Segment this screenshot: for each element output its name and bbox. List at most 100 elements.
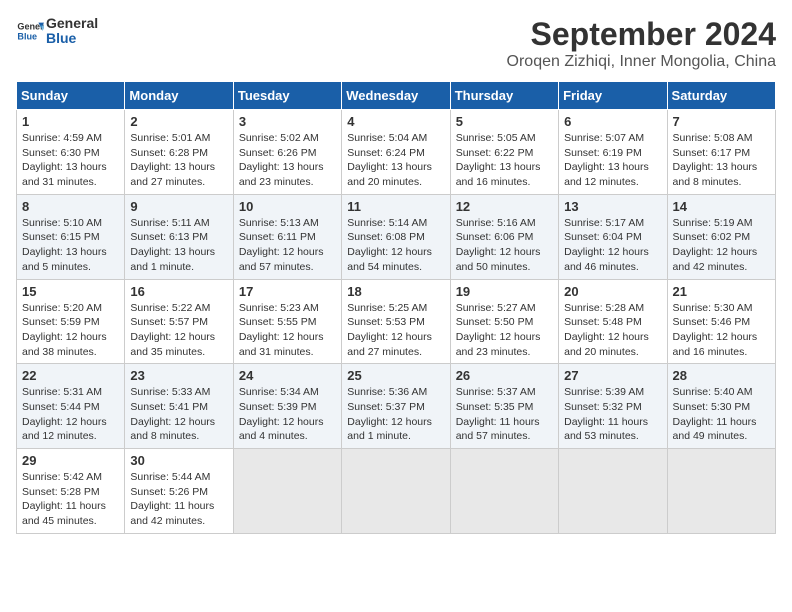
day-info: Sunrise: 5:37 AM Sunset: 5:35 PM Dayligh…	[456, 385, 553, 444]
col-header-thursday: Thursday	[450, 82, 558, 110]
calendar-cell: 1 Sunrise: 4:59 AM Sunset: 6:30 PM Daylig…	[17, 110, 125, 195]
calendar-cell: 28 Sunrise: 5:40 AM Sunset: 5:30 PM Dayli…	[667, 364, 775, 449]
day-number: 26	[456, 368, 553, 383]
calendar-week-row: 15 Sunrise: 5:20 AM Sunset: 5:59 PM Dayli…	[17, 279, 776, 364]
day-info: Sunrise: 5:42 AM Sunset: 5:28 PM Dayligh…	[22, 470, 119, 529]
calendar-cell: 13 Sunrise: 5:17 AM Sunset: 6:04 PM Dayli…	[559, 194, 667, 279]
day-number: 4	[347, 114, 444, 129]
day-info: Sunrise: 4:59 AM Sunset: 6:30 PM Dayligh…	[22, 131, 119, 190]
calendar-cell: 30 Sunrise: 5:44 AM Sunset: 5:26 PM Dayli…	[125, 449, 233, 534]
calendar-cell: 23 Sunrise: 5:33 AM Sunset: 5:41 PM Dayli…	[125, 364, 233, 449]
col-header-monday: Monday	[125, 82, 233, 110]
logo-blue: Blue	[46, 31, 98, 46]
calendar-week-row: 22Sunrise: 5:31 AM Sunset: 5:44 PM Dayli…	[17, 364, 776, 449]
day-number: 20	[564, 284, 661, 299]
calendar-cell: 3Sunrise: 5:02 AM Sunset: 6:26 PM Daylig…	[233, 110, 341, 195]
calendar-cell	[667, 449, 775, 534]
day-number: 6	[564, 114, 661, 129]
day-info: Sunrise: 5:19 AM Sunset: 6:02 PM Dayligh…	[673, 216, 770, 275]
day-info: Sunrise: 5:22 AM Sunset: 5:57 PM Dayligh…	[130, 301, 227, 360]
day-info: Sunrise: 5:44 AM Sunset: 5:26 PM Dayligh…	[130, 470, 227, 529]
day-info: Sunrise: 5:40 AM Sunset: 5:30 PM Dayligh…	[673, 385, 770, 444]
day-number: 23	[130, 368, 227, 383]
calendar-cell: 6 Sunrise: 5:07 AM Sunset: 6:19 PM Daylig…	[559, 110, 667, 195]
calendar-cell: 18Sunrise: 5:25 AM Sunset: 5:53 PM Dayli…	[342, 279, 450, 364]
day-info: Sunrise: 5:34 AM Sunset: 5:39 PM Dayligh…	[239, 385, 336, 444]
day-info: Sunrise: 5:30 AM Sunset: 5:46 PM Dayligh…	[673, 301, 770, 360]
day-info: Sunrise: 5:10 AM Sunset: 6:15 PM Dayligh…	[22, 216, 119, 275]
calendar-cell	[450, 449, 558, 534]
day-number: 30	[130, 453, 227, 468]
day-info: Sunrise: 5:17 AM Sunset: 6:04 PM Dayligh…	[564, 216, 661, 275]
day-number: 9	[130, 199, 227, 214]
calendar-cell: 25Sunrise: 5:36 AM Sunset: 5:37 PM Dayli…	[342, 364, 450, 449]
main-title: September 2024	[507, 16, 776, 53]
day-info: Sunrise: 5:23 AM Sunset: 5:55 PM Dayligh…	[239, 301, 336, 360]
day-info: Sunrise: 5:25 AM Sunset: 5:53 PM Dayligh…	[347, 301, 444, 360]
calendar-cell: 5 Sunrise: 5:05 AM Sunset: 6:22 PM Daylig…	[450, 110, 558, 195]
day-number: 2	[130, 114, 227, 129]
day-number: 13	[564, 199, 661, 214]
day-number: 27	[564, 368, 661, 383]
day-info: Sunrise: 5:27 AM Sunset: 5:50 PM Dayligh…	[456, 301, 553, 360]
col-header-tuesday: Tuesday	[233, 82, 341, 110]
day-info: Sunrise: 5:16 AM Sunset: 6:06 PM Dayligh…	[456, 216, 553, 275]
logo-general: General	[46, 16, 98, 31]
day-number: 14	[673, 199, 770, 214]
day-number: 17	[239, 284, 336, 299]
day-number: 7	[673, 114, 770, 129]
calendar-cell: 19 Sunrise: 5:27 AM Sunset: 5:50 PM Dayli…	[450, 279, 558, 364]
calendar-cell	[559, 449, 667, 534]
day-info: Sunrise: 5:07 AM Sunset: 6:19 PM Dayligh…	[564, 131, 661, 190]
calendar-cell: 16Sunrise: 5:22 AM Sunset: 5:57 PM Dayli…	[125, 279, 233, 364]
day-info: Sunrise: 5:04 AM Sunset: 6:24 PM Dayligh…	[347, 131, 444, 190]
calendar-header-row: SundayMondayTuesdayWednesdayThursdayFrid…	[17, 82, 776, 110]
day-number: 10	[239, 199, 336, 214]
day-info: Sunrise: 5:13 AM Sunset: 6:11 PM Dayligh…	[239, 216, 336, 275]
calendar-cell: 22Sunrise: 5:31 AM Sunset: 5:44 PM Dayli…	[17, 364, 125, 449]
day-number: 29	[22, 453, 119, 468]
day-number: 15	[22, 284, 119, 299]
day-info: Sunrise: 5:05 AM Sunset: 6:22 PM Dayligh…	[456, 131, 553, 190]
calendar-cell: 11Sunrise: 5:14 AM Sunset: 6:08 PM Dayli…	[342, 194, 450, 279]
calendar-cell: 20 Sunrise: 5:28 AM Sunset: 5:48 PM Dayli…	[559, 279, 667, 364]
col-header-friday: Friday	[559, 82, 667, 110]
calendar-cell: 9 Sunrise: 5:11 AM Sunset: 6:13 PM Daylig…	[125, 194, 233, 279]
calendar-cell	[342, 449, 450, 534]
day-number: 28	[673, 368, 770, 383]
col-header-sunday: Sunday	[17, 82, 125, 110]
day-info: Sunrise: 5:39 AM Sunset: 5:32 PM Dayligh…	[564, 385, 661, 444]
calendar-cell: 10 Sunrise: 5:13 AM Sunset: 6:11 PM Dayli…	[233, 194, 341, 279]
col-header-saturday: Saturday	[667, 82, 775, 110]
calendar-cell: 4 Sunrise: 5:04 AM Sunset: 6:24 PM Daylig…	[342, 110, 450, 195]
day-number: 25	[347, 368, 444, 383]
day-number: 21	[673, 284, 770, 299]
day-number: 5	[456, 114, 553, 129]
day-info: Sunrise: 5:20 AM Sunset: 5:59 PM Dayligh…	[22, 301, 119, 360]
title-section: September 2024 Oroqen Zizhiqi, Inner Mon…	[507, 16, 776, 71]
header: General Blue General Blue September 2024…	[16, 16, 776, 71]
logo: General Blue General Blue	[16, 16, 98, 47]
calendar-cell: 17 Sunrise: 5:23 AM Sunset: 5:55 PM Dayli…	[233, 279, 341, 364]
calendar-cell: 7 Sunrise: 5:08 AM Sunset: 6:17 PM Daylig…	[667, 110, 775, 195]
day-number: 19	[456, 284, 553, 299]
day-number: 1	[22, 114, 119, 129]
calendar-cell: 24 Sunrise: 5:34 AM Sunset: 5:39 PM Dayli…	[233, 364, 341, 449]
day-number: 22	[22, 368, 119, 383]
day-info: Sunrise: 5:02 AM Sunset: 6:26 PM Dayligh…	[239, 131, 336, 190]
col-header-wednesday: Wednesday	[342, 82, 450, 110]
calendar-cell: 2Sunrise: 5:01 AM Sunset: 6:28 PM Daylig…	[125, 110, 233, 195]
day-info: Sunrise: 5:08 AM Sunset: 6:17 PM Dayligh…	[673, 131, 770, 190]
calendar-week-row: 8Sunrise: 5:10 AM Sunset: 6:15 PM Daylig…	[17, 194, 776, 279]
calendar-cell: 12Sunrise: 5:16 AM Sunset: 6:06 PM Dayli…	[450, 194, 558, 279]
day-number: 24	[239, 368, 336, 383]
calendar-table: SundayMondayTuesdayWednesdayThursdayFrid…	[16, 81, 776, 534]
logo-icon: General Blue	[16, 17, 44, 45]
day-info: Sunrise: 5:14 AM Sunset: 6:08 PM Dayligh…	[347, 216, 444, 275]
calendar-cell: 26 Sunrise: 5:37 AM Sunset: 5:35 PM Dayli…	[450, 364, 558, 449]
svg-text:Blue: Blue	[17, 32, 37, 42]
calendar-cell: 14 Sunrise: 5:19 AM Sunset: 6:02 PM Dayli…	[667, 194, 775, 279]
day-info: Sunrise: 5:33 AM Sunset: 5:41 PM Dayligh…	[130, 385, 227, 444]
day-info: Sunrise: 5:11 AM Sunset: 6:13 PM Dayligh…	[130, 216, 227, 275]
day-info: Sunrise: 5:28 AM Sunset: 5:48 PM Dayligh…	[564, 301, 661, 360]
